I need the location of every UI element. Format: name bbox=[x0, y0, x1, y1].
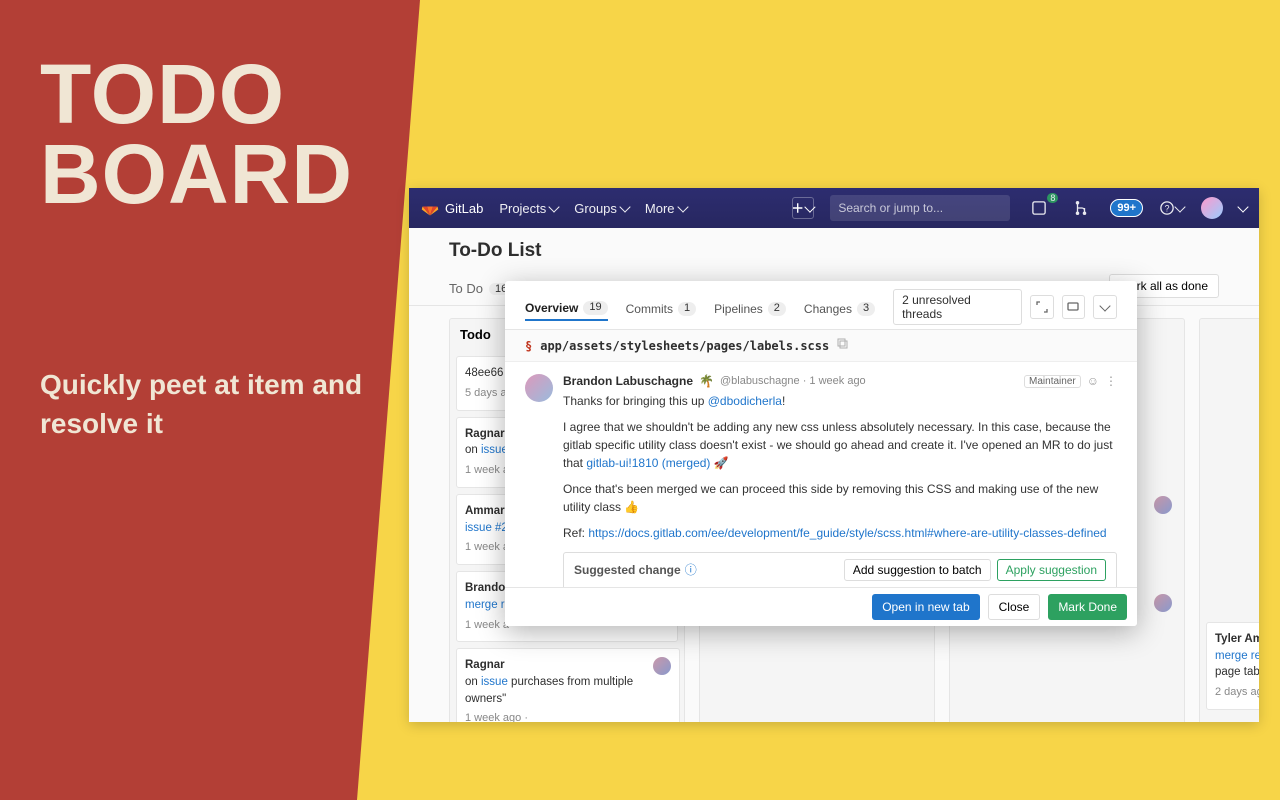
chevron-down-icon bbox=[677, 201, 688, 212]
open-new-tab-button[interactable]: Open in new tab bbox=[872, 594, 979, 620]
question-icon: ? bbox=[1160, 201, 1174, 215]
todo-count-badge[interactable]: 99+ bbox=[1110, 199, 1143, 217]
issues-icon[interactable]: 8 bbox=[1026, 195, 1052, 221]
board-column: 20 Tyler Amos directly addressed you on … bbox=[1199, 318, 1259, 722]
avatar bbox=[1154, 496, 1172, 514]
close-button[interactable]: Close bbox=[988, 594, 1041, 620]
apply-suggestion-button[interactable]: Apply suggestion bbox=[997, 559, 1106, 581]
expand-icon[interactable] bbox=[1030, 295, 1054, 319]
gitlab-header: GitLab Projects Groups More Search or ju… bbox=[409, 188, 1259, 228]
nav-projects[interactable]: Projects bbox=[499, 201, 558, 216]
todo-detail-modal: Overview19 Commits1 Pipelines2 Changes3 … bbox=[505, 281, 1137, 626]
file-path-header: § app/assets/stylesheets/pages/labels.sc… bbox=[505, 330, 1137, 362]
help-icon[interactable]: ⓘ bbox=[685, 561, 697, 579]
chevron-down-icon bbox=[619, 201, 630, 212]
nav-more[interactable]: More bbox=[645, 201, 687, 216]
gitlab-logo[interactable]: GitLab bbox=[421, 199, 483, 217]
copy-icon[interactable] bbox=[837, 338, 849, 353]
comment-thread: Brandon Labuschagne 🌴 @blabuschagne · 1 … bbox=[505, 362, 1137, 587]
search-input[interactable]: Search or jump to... bbox=[830, 195, 1010, 221]
nav-groups[interactable]: Groups bbox=[574, 201, 629, 216]
smiley-icon[interactable]: ☺ bbox=[1087, 374, 1099, 388]
comments-icon[interactable] bbox=[1062, 295, 1086, 319]
hero-panel: TODO BOARD Quickly peet at item and reso… bbox=[0, 0, 420, 800]
file-icon: § bbox=[525, 339, 532, 353]
plus-icon bbox=[793, 203, 802, 213]
chevron-down-icon bbox=[1174, 201, 1185, 212]
hero-subtitle: Quickly peet at item and resolve it bbox=[40, 365, 380, 443]
mr-link[interactable]: gitlab-ui!1810 (merged) bbox=[586, 456, 710, 470]
modal-tab-pipelines[interactable]: Pipelines2 bbox=[714, 298, 786, 320]
unresolved-threads[interactable]: 2 unresolved threads bbox=[893, 289, 1022, 325]
todo-card[interactable]: Ragnar on issue purchases from multiple … bbox=[456, 648, 680, 722]
help-icon[interactable]: ? bbox=[1159, 195, 1185, 221]
chevron-down-icon bbox=[549, 201, 560, 212]
gitlab-icon bbox=[421, 199, 439, 217]
mark-done-button[interactable]: Mark Done bbox=[1048, 594, 1127, 620]
plus-button[interactable] bbox=[792, 197, 814, 219]
suggested-change: Suggested change ⓘ Add suggestion to bat… bbox=[563, 552, 1117, 587]
kebab-icon[interactable]: ⋮ bbox=[1105, 374, 1117, 388]
merge-requests-icon[interactable] bbox=[1068, 195, 1094, 221]
comment-author[interactable]: Brandon Labuschagne bbox=[563, 374, 693, 388]
modal-tab-changes[interactable]: Changes3 bbox=[804, 298, 875, 320]
todo-card[interactable]: Tyler Amos directly addressed you on mer… bbox=[1206, 622, 1259, 710]
chevron-down-icon bbox=[804, 201, 815, 212]
add-suggestion-batch-button[interactable]: Add suggestion to batch bbox=[844, 559, 991, 581]
comment-meta: @blabuschagne · 1 week ago bbox=[720, 375, 866, 387]
merge-icon bbox=[1074, 201, 1088, 215]
avatar bbox=[525, 374, 553, 402]
chevron-down-icon bbox=[1237, 201, 1248, 212]
hero-title: TODO BOARD bbox=[40, 55, 380, 215]
user-avatar[interactable] bbox=[1201, 197, 1223, 219]
modal-tab-overview[interactable]: Overview19 bbox=[525, 297, 608, 321]
svg-text:?: ? bbox=[1165, 204, 1170, 214]
mention[interactable]: @dbodicherla bbox=[708, 394, 782, 408]
more-icon[interactable] bbox=[1093, 295, 1117, 319]
palm-icon: 🌴 bbox=[699, 374, 714, 388]
doc-link[interactable]: https://docs.gitlab.com/ee/development/f… bbox=[588, 526, 1106, 540]
avatar bbox=[653, 657, 671, 675]
box-icon bbox=[1032, 201, 1046, 215]
modal-tab-commits[interactable]: Commits1 bbox=[626, 298, 696, 320]
role-badge: Maintainer bbox=[1024, 375, 1081, 388]
avatar bbox=[1154, 594, 1172, 612]
page-title: To-Do List bbox=[449, 240, 1219, 262]
